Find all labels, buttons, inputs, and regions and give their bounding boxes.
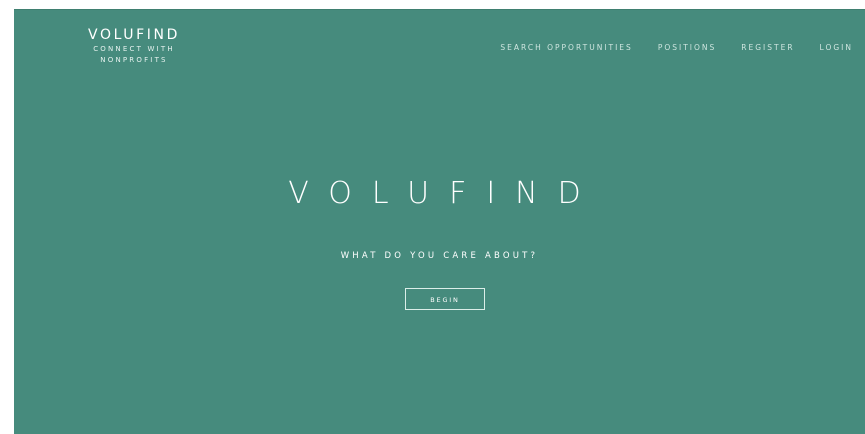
brand-tagline-line2: NONPROFITS — [100, 56, 168, 64]
nav-link-positions[interactable]: POSITIONS — [658, 43, 716, 52]
hero-section: VOLUFIND CONNECT WITH NONPROFITS SEARCH … — [14, 9, 865, 434]
brand-tagline-line1: CONNECT WITH — [93, 45, 175, 53]
nav-link-login[interactable]: LOGIN — [820, 43, 853, 52]
brand-logo[interactable]: VOLUFIND CONNECT WITH NONPROFITS — [81, 27, 187, 65]
nav-link-register[interactable]: REGISTER — [741, 43, 794, 52]
brand-title: VOLUFIND — [88, 27, 180, 43]
top-nav: SEARCH OPPORTUNITIES POSITIONS REGISTER … — [500, 43, 853, 52]
nav-link-search-opportunities[interactable]: SEARCH OPPORTUNITIES — [500, 43, 632, 52]
hero-title: VOLUFIND — [288, 176, 601, 211]
begin-button[interactable]: BEGIN — [405, 288, 485, 310]
page: VOLUFIND CONNECT WITH NONPROFITS SEARCH … — [0, 0, 865, 434]
hero-subtitle: WHAT DO YOU CARE ABOUT? — [340, 251, 539, 261]
